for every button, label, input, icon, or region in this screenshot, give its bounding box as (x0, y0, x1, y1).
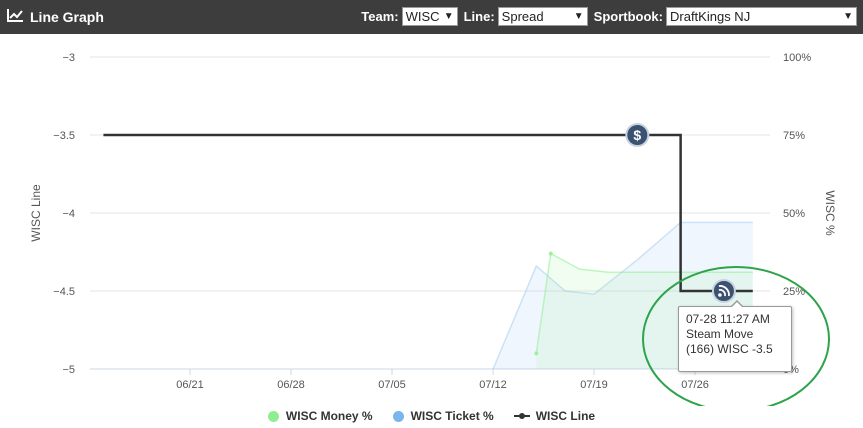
legend-line-swatch (513, 411, 530, 421)
event-tooltip: 07-28 11:27 AM Steam Move (166) WISC -3.… (678, 300, 792, 372)
money-point (534, 351, 539, 356)
sportsbook-select-value: DraftKings NJ (670, 9, 751, 24)
dollar-sign-icon: $ (633, 127, 641, 143)
y-right-tick-label: 50% (783, 208, 805, 220)
line-select[interactable]: Spread ▼ (497, 7, 588, 26)
filter-controls: Team: WISC ▼ Line: Spread ▼ Sportbook: D… (355, 7, 857, 26)
tooltip-detail: (166) WISC -3.5 (686, 342, 773, 356)
tooltip-event: Steam Move (686, 327, 754, 341)
page-title: Line Graph (30, 9, 104, 25)
y-left-axis-title: WISC Line (29, 184, 43, 242)
x-tick-label: 07/26 (681, 379, 709, 391)
tooltip-caret-inner (731, 302, 743, 308)
y-right-tick-label: 75% (783, 130, 805, 142)
line-label: Line: (463, 9, 495, 24)
x-tick-label: 06/21 (176, 379, 204, 391)
y-left-tick-label: −5 (62, 364, 75, 376)
legend-item-line[interactable]: WISC Line (513, 409, 596, 423)
y-left-tick-label: −3 (62, 52, 75, 64)
legend-money-swatch (267, 410, 279, 422)
legend-item-ticket[interactable]: WISC Ticket % (392, 409, 494, 423)
legend-line-label: WISC Line (535, 409, 596, 423)
y-right-tick-label: 100% (783, 52, 811, 64)
sportsbook-select[interactable]: DraftKings NJ ▼ (666, 7, 857, 26)
team-select-value: WISC (405, 9, 440, 24)
chevron-down-icon: ▼ (843, 11, 853, 22)
x-tick-label: 07/19 (580, 379, 608, 391)
chevron-down-icon: ▼ (573, 11, 584, 22)
title-group: Line Graph (7, 8, 104, 27)
team-select[interactable]: WISC ▼ (401, 7, 458, 26)
y-left-tick-label: −3.5 (53, 130, 75, 142)
chevron-down-icon: ▼ (443, 11, 454, 22)
rss-icon (718, 293, 722, 297)
tooltip-time: 07-28 11:27 AM (686, 312, 770, 326)
header-bar: Line Graph Team: WISC ▼ Line: Spread ▼ S… (0, 0, 863, 34)
y-left-tick-label: −4.5 (53, 286, 75, 298)
line-chart-icon (7, 8, 24, 27)
sportsbook-label: Sportbook: (593, 9, 663, 24)
team-label: Team: (361, 9, 399, 24)
chart-legend: WISC Money % WISC Ticket % WISC Line (0, 406, 863, 426)
x-tick-label: 07/05 (378, 379, 406, 391)
legend-item-money[interactable]: WISC Money % (267, 409, 373, 423)
x-tick-label: 07/12 (479, 379, 507, 391)
money-point (548, 251, 553, 256)
y-right-axis-title: WISC % (823, 190, 837, 236)
line-select-value: Spread (501, 9, 544, 24)
legend-ticket-label: WISC Ticket % (410, 409, 494, 423)
legend-ticket-swatch (392, 410, 404, 422)
legend-money-label: WISC Money % (285, 409, 373, 423)
x-tick-label: 06/28 (277, 379, 305, 391)
y-left-tick-label: −4 (62, 208, 75, 220)
